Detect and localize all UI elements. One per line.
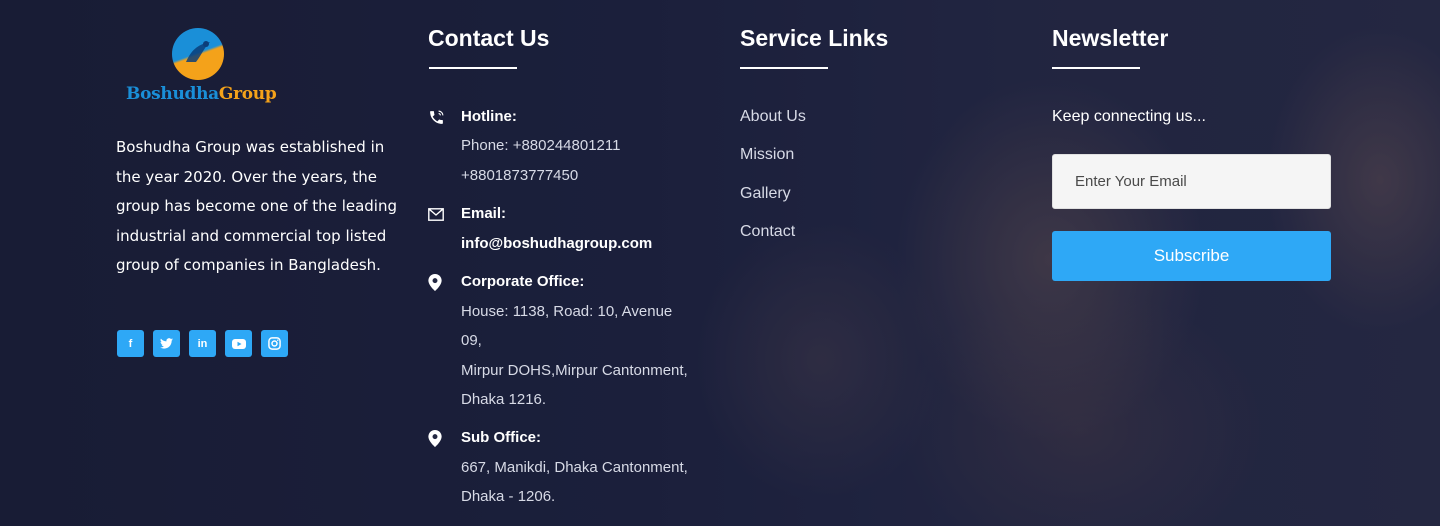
site-footer: BoshudhaGroup Boshudha Group was establi… <box>0 0 1440 526</box>
link-contact[interactable]: Contact <box>740 222 806 260</box>
hotline-title: Hotline: <box>461 108 517 125</box>
service-links-heading: Service Links <box>740 25 889 51</box>
corporate-office-title: Corporate Office: <box>461 273 585 290</box>
envelope-icon <box>428 208 444 224</box>
service-heading-underline <box>740 67 828 69</box>
company-description: Boshudha Group was established in the ye… <box>116 138 397 275</box>
map-pin-icon <box>428 274 444 291</box>
hotline-phone-2[interactable]: +8801873777450 <box>461 167 578 184</box>
youtube-icon[interactable] <box>225 330 252 357</box>
newsletter-tagline: Keep connecting us... <box>1052 108 1206 125</box>
brand-logo[interactable]: BoshudhaGroup <box>126 26 277 112</box>
newsletter-heading: Newsletter <box>1052 25 1169 51</box>
service-links-nav: About Us Mission Gallery Contact <box>740 107 806 260</box>
instagram-icon[interactable] <box>261 330 288 357</box>
link-mission[interactable]: Mission <box>740 145 806 183</box>
linkedin-icon[interactable]: in <box>189 330 216 357</box>
link-gallery[interactable]: Gallery <box>740 184 806 222</box>
email-title: Email: <box>461 205 507 222</box>
contact-heading: Contact Us <box>428 25 550 51</box>
contact-heading-underline <box>429 67 517 69</box>
map-pin-icon <box>428 430 444 447</box>
social-links: f in <box>117 330 288 357</box>
twitter-icon[interactable] <box>153 330 180 357</box>
corporate-address-line4: Dhaka 1216. <box>461 391 547 408</box>
sub-address-line2: Dhaka - 1206. <box>461 488 556 505</box>
email-link[interactable]: info@boshudhagroup.com <box>461 235 652 252</box>
logo-wordmark: BoshudhaGroup <box>126 84 277 104</box>
link-about-us[interactable]: About Us <box>740 107 806 145</box>
facebook-icon[interactable]: f <box>117 330 144 357</box>
subscribe-button[interactable]: Subscribe <box>1052 231 1331 281</box>
corporate-address-line2: 09, <box>461 332 482 349</box>
logo-emblem-icon <box>172 28 224 80</box>
corporate-address-line1: House: 1138, Road: 10, Avenue <box>461 303 673 320</box>
sub-address-line1: 667, Manikdi, Dhaka Cantonment, <box>461 459 688 476</box>
corporate-address-line3: Mirpur DOHS,Mirpur Cantonment, <box>461 362 688 379</box>
phone-icon <box>428 109 444 125</box>
hotline-phone[interactable]: Phone: +880244801211 <box>461 137 620 154</box>
newsletter-email-input[interactable] <box>1052 154 1331 209</box>
sub-office-title: Sub Office: <box>461 429 542 446</box>
newsletter-heading-underline <box>1052 67 1140 69</box>
